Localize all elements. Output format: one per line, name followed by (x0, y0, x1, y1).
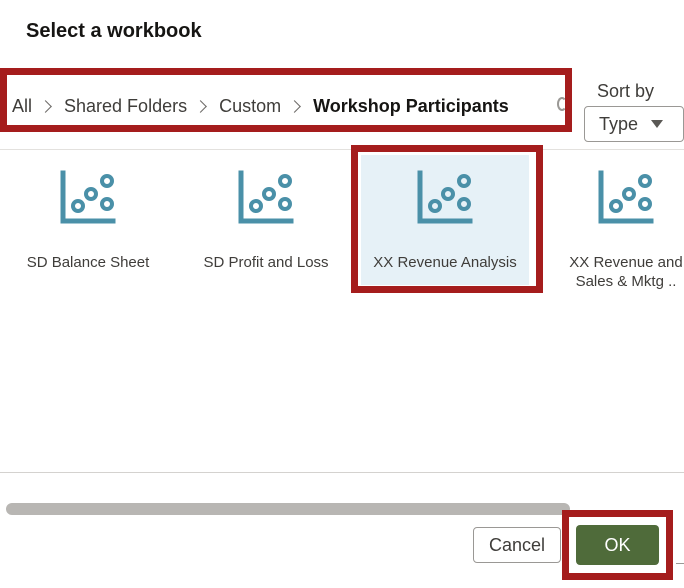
workbook-label-line2: Sales & Mktg .. (575, 273, 677, 290)
divider (676, 563, 684, 564)
workbook-label: SD Profit and Loss (203, 254, 329, 271)
sort-select[interactable]: Type (584, 106, 684, 142)
horizontal-scrollbar[interactable] (6, 503, 570, 515)
workbook-tile-xx-revenue-analysis[interactable]: XX Revenue Analysis (361, 155, 529, 285)
chevron-right-icon (288, 99, 301, 113)
workbook-tile-xx-revenue-and-sales[interactable]: XX Revenue and Sales & Mktg .. (542, 155, 684, 290)
workbook-label: XX Revenue Analysis (373, 254, 517, 271)
sort-select-value: Type (599, 113, 639, 134)
sort-label: Sort by (597, 81, 655, 101)
chevron-right-icon (39, 99, 52, 113)
workbook-tile-sd-balance-sheet[interactable]: SD Balance Sheet (4, 155, 172, 285)
caret-down-icon (651, 120, 663, 128)
workbook-label: XX Revenue and Sales & Mktg .. (542, 253, 684, 291)
workbook-label-line1: XX Revenue and (569, 254, 683, 271)
breadcrumb-shared-folders[interactable]: Shared Folders (64, 96, 187, 117)
breadcrumb: All Shared Folders Custom Workshop Parti… (12, 92, 509, 120)
breadcrumb-all[interactable]: All (12, 96, 32, 117)
cancel-button[interactable]: Cancel (473, 527, 561, 563)
breadcrumb-workshop-participants: Workshop Participants (313, 95, 509, 116)
dialog-title: Select a workbook (26, 20, 202, 42)
ok-button[interactable]: OK (576, 525, 659, 565)
scatter-chart-icon (60, 170, 116, 224)
scatter-chart-icon (417, 170, 473, 224)
scatter-chart-icon (238, 170, 294, 224)
divider (0, 149, 684, 150)
workbook-label: SD Balance Sheet (26, 254, 150, 271)
breadcrumb-overflow-icon (557, 97, 567, 111)
breadcrumb-custom[interactable]: Custom (219, 96, 281, 117)
scatter-chart-icon (598, 170, 654, 224)
chevron-right-icon (194, 99, 207, 113)
workbook-tile-sd-profit-and-loss[interactable]: SD Profit and Loss (182, 155, 350, 285)
divider (0, 472, 684, 473)
